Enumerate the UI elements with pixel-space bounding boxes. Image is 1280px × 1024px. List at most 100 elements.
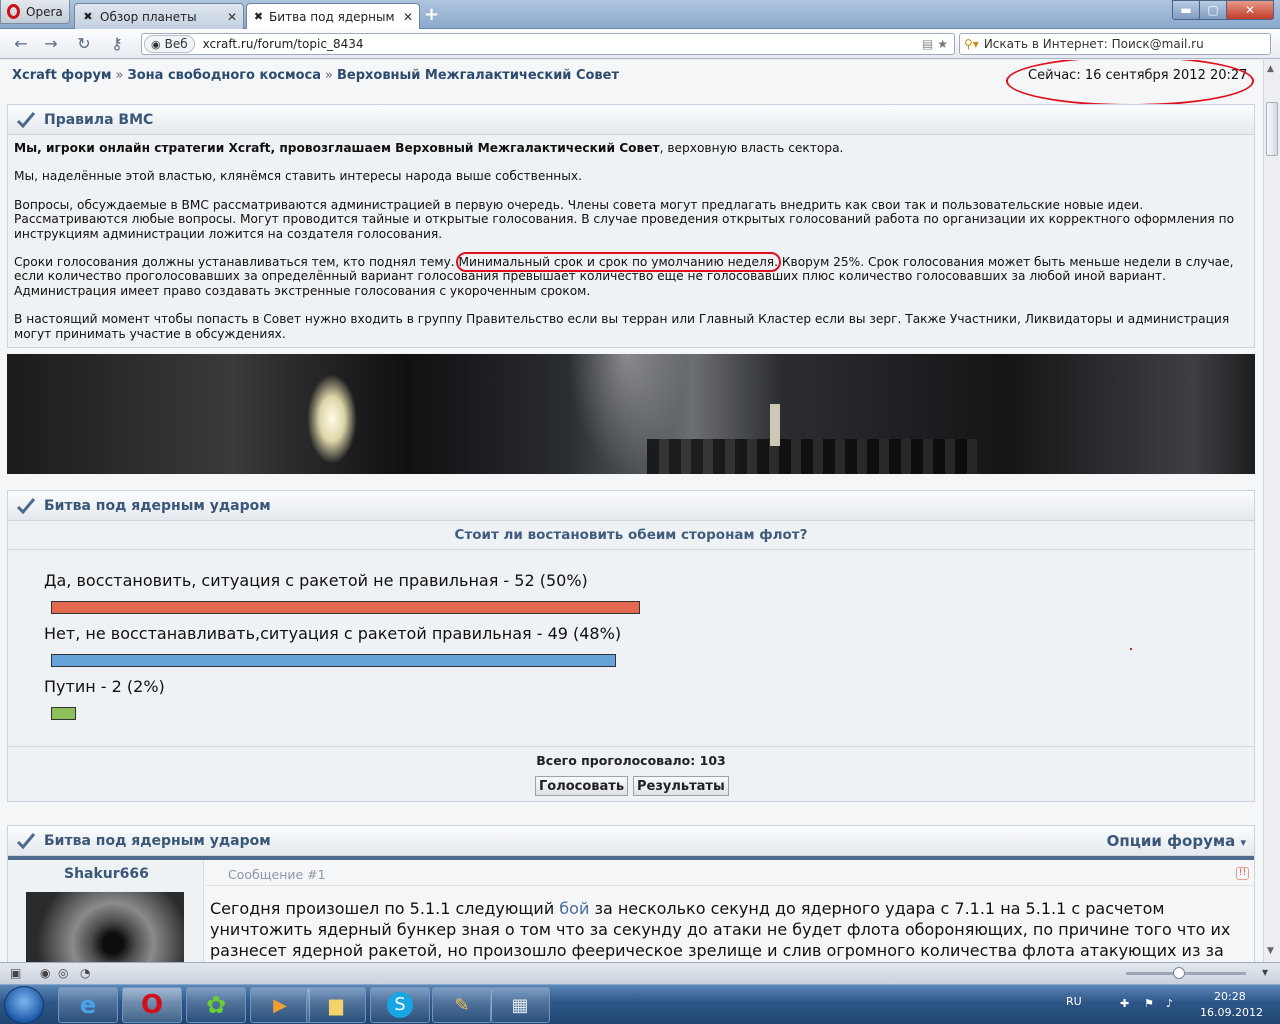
breadcrumb-forum[interactable]: Xcraft форум [12, 68, 112, 83]
topic-header: Битва под ядерным ударом Опции форума ▾ [8, 826, 1254, 856]
rules-p2: Мы, наделённые этой властью, клянёмся ст… [14, 169, 582, 184]
tab-bar: Opera ✖ Обзор планеты ✕ ✖ Битва под ядер… [0, 0, 1280, 30]
opera-menu-button[interactable]: Opera [0, 0, 70, 24]
status-bar: ▣ ◉ ◎ ◔ ▾ [0, 962, 1280, 984]
icq-taskbar-icon[interactable]: ✿ [186, 987, 246, 1023]
url-text[interactable]: xcraft.ru/forum/topic_8434 [203, 37, 364, 51]
author-avatar[interactable] [26, 892, 184, 962]
ie-taskbar-icon[interactable]: e [58, 987, 118, 1023]
rules-p5: В настоящий момент чтобы попасть в Совет… [14, 312, 1230, 341]
forward-icon[interactable]: → [40, 34, 62, 54]
message-text: Сегодня произошел по 5.1.1 следующий бой… [210, 899, 1231, 960]
rules-body: Мы, игроки онлайн стратегии Xcraft, пров… [8, 135, 1254, 347]
network-icon[interactable]: ✚ [1120, 997, 1129, 1010]
forum-options-menu[interactable]: Опции форума ▾ [1107, 832, 1246, 850]
address-toolbar: ← → ↻ ⚷ ◉ Веб xcraft.ru/forum/topic_8434… [0, 29, 1280, 59]
topic-panel: Битва под ядерным ударом Опции форума ▾ … [7, 825, 1255, 962]
zoom-slider-handle[interactable] [1173, 967, 1185, 979]
opera-taskbar-icon[interactable]: O [122, 987, 182, 1023]
poll-total: Всего проголосовало: 103 [536, 753, 726, 768]
bookmark-star-icon[interactable]: ★ [937, 37, 948, 51]
rss-icon[interactable]: ▤ [922, 37, 933, 51]
rules-title: Правила ВМС [44, 111, 154, 128]
zoom-options-icon[interactable]: ▾ [1262, 965, 1268, 979]
page-scrollbar[interactable]: ▲ ▼ [1263, 60, 1280, 962]
rules-p1-bold: Мы, игроки онлайн стратегии Xcraft, пров… [14, 141, 660, 155]
page-content: Xcraft форум» Зона свободного космоса» Вер… [0, 60, 1263, 962]
poll-option-3: Путин - 2 (2%) [44, 677, 165, 696]
clock-time[interactable]: 20:28 [1214, 990, 1246, 1003]
media-player-taskbar-icon[interactable]: ▶ [250, 987, 310, 1023]
start-button[interactable] [4, 986, 44, 1024]
tab-label: Обзор планеты [100, 9, 197, 24]
message-number[interactable]: Сообщение #1 [228, 867, 326, 882]
reload-icon[interactable]: ↻ [73, 34, 95, 54]
paint-taskbar-icon[interactable]: ✎ [432, 987, 492, 1023]
skype-taskbar-icon[interactable]: S [370, 987, 430, 1023]
scrollbar-thumb[interactable] [1266, 102, 1278, 156]
message-meta-bar [206, 860, 1254, 886]
panel-toggle-icon[interactable]: ▣ [10, 966, 21, 980]
unite-icon[interactable]: ◎ [58, 966, 68, 980]
breadcrumb-council[interactable]: Верховный Межгалактический Совет [337, 68, 619, 83]
battle-link[interactable]: бой [559, 899, 589, 918]
rules-p4-before: Сроки голосования должны устанавливаться… [14, 255, 459, 270]
results-button[interactable]: Результаты [633, 776, 729, 796]
speed-dial-icon[interactable]: ◉ [40, 966, 50, 980]
search-field[interactable]: ⚲▾ Искать в Интернет: Поиск@mail.ru [959, 33, 1271, 55]
poll-option-1: Да, восстановить, ситуация с ракетой не … [44, 571, 588, 590]
stray-dot [1130, 648, 1132, 650]
address-field[interactable]: ◉ Веб xcraft.ru/forum/topic_8434 ▤ ★ [141, 33, 955, 55]
red-annotation-oval [1006, 60, 1254, 106]
opera-logo-icon [7, 4, 20, 19]
tab-label: Битва под ядерным уда... [269, 10, 398, 24]
poll-panel: Битва под ядерным ударом Стоит ли востан… [7, 490, 1255, 802]
language-indicator[interactable]: RU [1066, 995, 1082, 1008]
rules-panel: Правила ВМС Мы, игроки онлайн стратегии … [7, 104, 1255, 348]
rules-p1-rest: , верховную власть сектора. [659, 141, 844, 155]
maximize-button[interactable]: ▢ [1199, 0, 1227, 20]
close-window-button[interactable]: ✕ [1226, 0, 1274, 20]
flag-icon[interactable]: ⚑ [1144, 997, 1154, 1010]
poll-bar-1 [51, 601, 640, 614]
tab-close-icon[interactable]: ✕ [403, 10, 413, 24]
opera-menu-label: Opera [26, 4, 63, 19]
globe-icon: ◉ [151, 37, 161, 51]
forum-options-label: Опции форума [1106, 831, 1236, 850]
volume-icon[interactable]: ♪ [1166, 997, 1173, 1010]
poll-header: Битва под ядерным ударом [8, 491, 1254, 521]
tab-close-icon[interactable]: ✕ [227, 10, 237, 24]
report-icon[interactable]: !! [1236, 867, 1249, 880]
author-name[interactable]: Shakur666 [64, 866, 149, 882]
rules-p4-highlight: Минимальный срок и срок по умолчанию нед… [455, 252, 781, 273]
search-engine-icon[interactable]: ⚲▾ [964, 37, 979, 51]
breadcrumb: Xcraft форум» Зона свободного космоса» Вер… [12, 68, 619, 83]
turbo-icon[interactable]: ◔ [80, 966, 90, 980]
poll-question: Стоит ли востановить обеим сторонам флот… [8, 521, 1254, 550]
search-placeholder: Искать в Интернет: Поиск@mail.ru [983, 37, 1204, 51]
topic-title: Битва под ядерным ударом [44, 832, 271, 849]
calculator-taskbar-icon[interactable]: ▦ [490, 987, 550, 1023]
key-icon[interactable]: ⚷ [106, 34, 128, 54]
tab-nuclear-battle[interactable]: ✖ Битва под ядерным уда... ✕ [246, 3, 420, 30]
back-icon[interactable]: ← [10, 34, 32, 54]
council-banner-image [7, 354, 1255, 474]
vote-button[interactable]: Голосовать [535, 776, 629, 796]
poll-bar-3 [51, 707, 76, 720]
web-badge[interactable]: ◉ Веб [144, 35, 195, 53]
poll-title: Битва под ядерным ударом [44, 497, 271, 514]
breadcrumb-free-space[interactable]: Зона свободного космоса [128, 68, 321, 83]
windows-taskbar: e O ✿ ▶ ▆ S ✎ ▦ RU ✚ ⚑ ♪ 20:28 16.09.201… [0, 984, 1280, 1024]
new-tab-plus-icon[interactable]: + [424, 4, 439, 25]
explorer-taskbar-icon[interactable]: ▆ [306, 987, 366, 1023]
poll-bar-2 [51, 654, 616, 667]
minimize-button[interactable]: ▬ [1172, 0, 1200, 20]
checkmark-icon [16, 497, 36, 514]
zoom-slider-track[interactable] [1126, 972, 1246, 975]
xcraft-tab-icon: ✖ [253, 10, 264, 23]
rules-header: Правила ВМС [8, 105, 1254, 135]
rules-p3: Вопросы, обсуждаемые в ВМС рассматривают… [14, 197, 1235, 241]
clock-date[interactable]: 16.09.2012 [1200, 1006, 1263, 1019]
web-badge-label: Веб [164, 37, 188, 51]
tab-planet-overview[interactable]: ✖ Обзор планеты ✕ [74, 3, 244, 29]
